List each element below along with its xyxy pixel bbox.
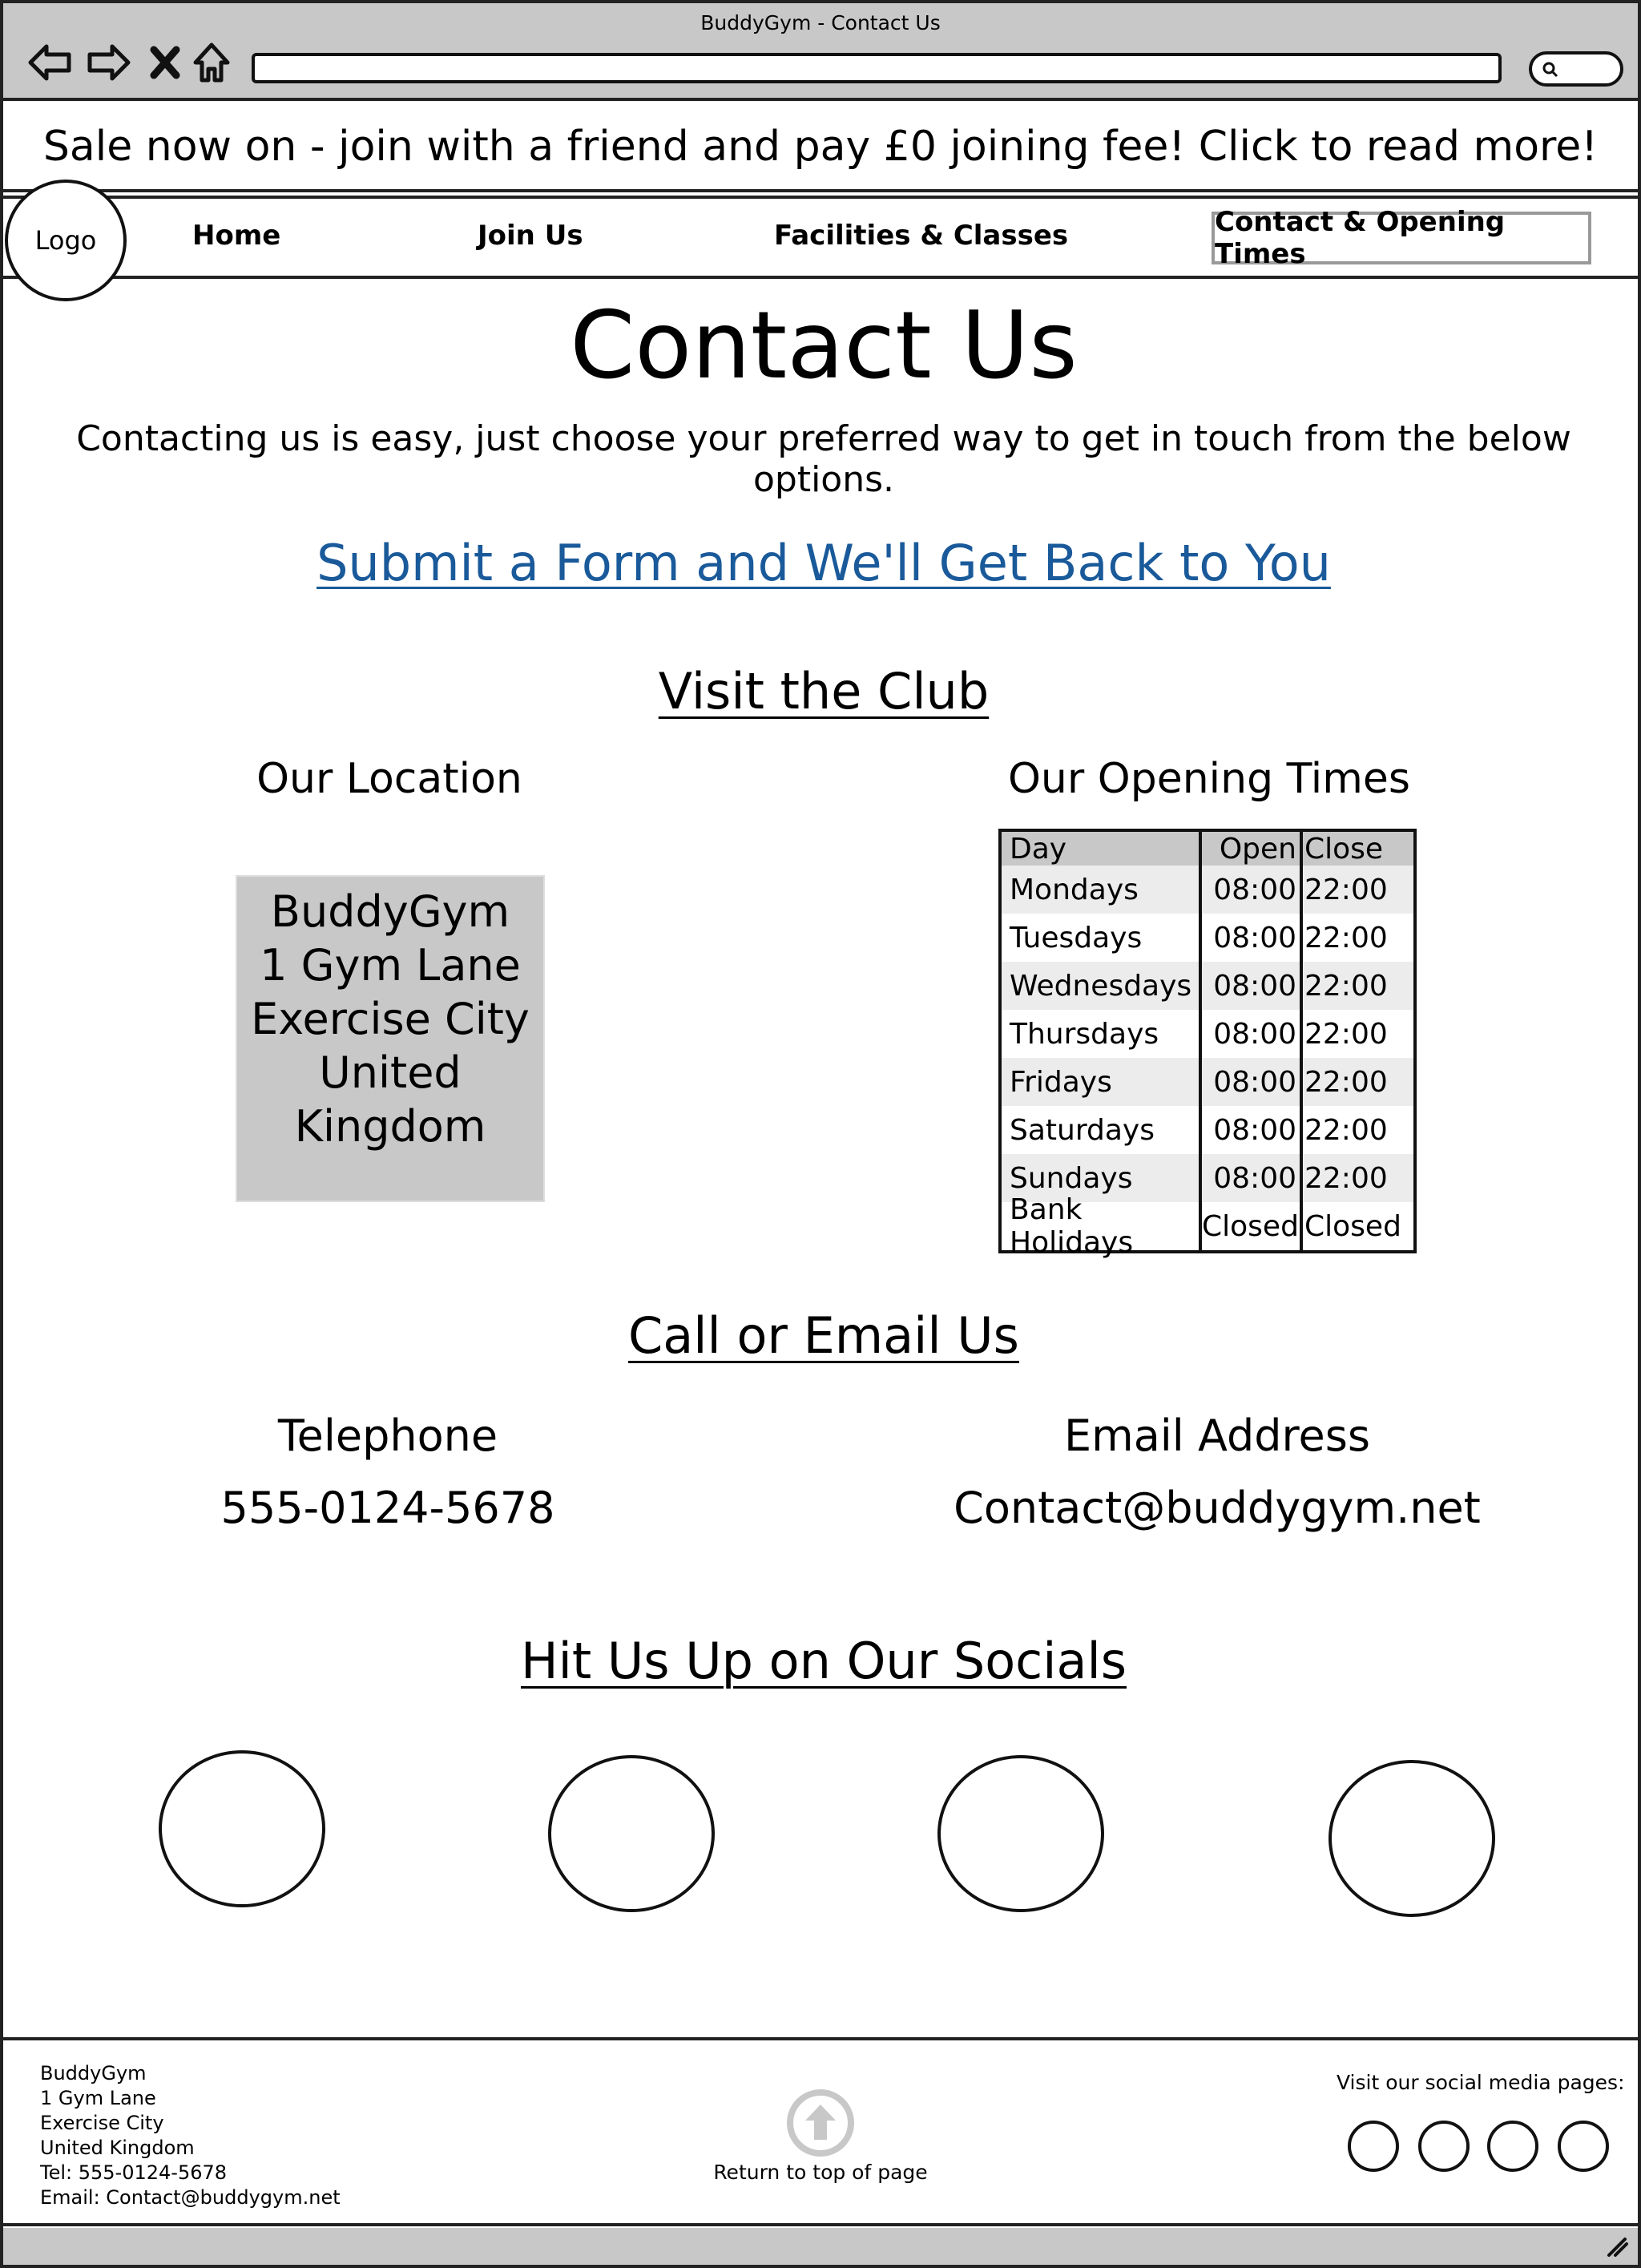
table-row: Mondays 08:00 22:00 bbox=[1002, 866, 1413, 914]
table-row: Wednesdays 08:00 22:00 bbox=[1002, 962, 1413, 1010]
back-arrow-icon[interactable] bbox=[26, 38, 74, 87]
footer-social-link-2[interactable] bbox=[1418, 2121, 1470, 2172]
sale-banner-text: Sale now on - join with a friend and pay… bbox=[42, 123, 1599, 171]
address-box: BuddyGym 1 Gym Lane Exercise City United… bbox=[236, 875, 545, 1202]
contact-form-link[interactable]: Submit a Form and We'll Get Back to You bbox=[3, 534, 1641, 592]
status-bar bbox=[3, 2228, 1638, 2265]
footer-address-line: BuddyGym bbox=[40, 2062, 147, 2084]
window-title: BuddyGym - Contact Us bbox=[700, 11, 941, 34]
search-icon bbox=[1542, 61, 1559, 82]
page-footer: BuddyGym 1 Gym Lane Exercise City United… bbox=[3, 2037, 1638, 2226]
table-row: Fridays 08:00 22:00 bbox=[1002, 1058, 1413, 1106]
table-header-row: Day Open Close bbox=[1002, 832, 1413, 866]
table-row: Tuesdays 08:00 22:00 bbox=[1002, 914, 1413, 962]
day-cell: Tuesdays bbox=[1010, 921, 1143, 954]
day-cell: Thursdays bbox=[1010, 1017, 1159, 1051]
open-cell: 08:00 bbox=[1213, 1113, 1296, 1147]
nav-item-contact-opening-times[interactable]: Contact & Opening Times bbox=[1212, 206, 1591, 270]
address-bar[interactable] bbox=[252, 53, 1502, 83]
table-row: Bank Holidays Closed Closed bbox=[1002, 1193, 1413, 1259]
email-value[interactable]: Contact@buddygym.net bbox=[925, 1483, 1510, 1533]
address-line: 1 Gym Lane bbox=[260, 940, 521, 991]
socials-heading-text: Hit Us Up on Our Socials bbox=[520, 1632, 1127, 1690]
day-cell: Wednesdays bbox=[1010, 969, 1192, 1003]
browser-search-field[interactable] bbox=[1529, 51, 1623, 87]
footer-email: Email: Contact@buddygym.net bbox=[40, 2186, 341, 2209]
stop-icon[interactable] bbox=[141, 38, 189, 87]
day-cell: Fridays bbox=[1010, 1065, 1112, 1099]
close-cell: 22:00 bbox=[1304, 1161, 1388, 1195]
socials-heading: Hit Us Up on Our Socials bbox=[3, 1632, 1641, 1690]
address-line: United bbox=[319, 1047, 462, 1098]
day-cell: Sundays bbox=[1010, 1161, 1133, 1195]
open-cell: 08:00 bbox=[1213, 1161, 1296, 1195]
resize-grip-icon[interactable] bbox=[1604, 2234, 1628, 2260]
open-cell: Closed bbox=[1202, 1209, 1299, 1243]
address-line: Kingdom bbox=[294, 1101, 486, 1152]
open-cell: 08:00 bbox=[1213, 1017, 1296, 1051]
nav-item-label: Contact & Opening Times bbox=[1215, 206, 1506, 270]
call-heading: Call or Email Us bbox=[3, 1306, 1641, 1365]
day-cell: Mondays bbox=[1010, 873, 1139, 906]
forward-arrow-icon[interactable] bbox=[85, 38, 133, 87]
social-link-2[interactable] bbox=[548, 1755, 715, 1912]
table-row: Thursdays 08:00 22:00 bbox=[1002, 1010, 1413, 1058]
close-cell: 22:00 bbox=[1304, 1065, 1388, 1099]
open-cell: 08:00 bbox=[1213, 1065, 1296, 1099]
close-cell: Closed bbox=[1304, 1209, 1401, 1243]
footer-social-link-3[interactable] bbox=[1487, 2121, 1538, 2172]
home-icon[interactable] bbox=[187, 38, 236, 87]
page-title: Contact Us bbox=[570, 292, 1078, 400]
open-cell: 08:00 bbox=[1213, 921, 1296, 954]
back-to-top-link[interactable]: Return to top of page bbox=[3, 2161, 1638, 2184]
day-cell: Bank Holidays bbox=[1010, 1193, 1134, 1259]
footer-social-link-4[interactable] bbox=[1558, 2121, 1609, 2172]
location-heading: Our Location bbox=[256, 755, 522, 803]
nav-item-home[interactable]: Home bbox=[192, 220, 280, 252]
close-cell: 22:00 bbox=[1304, 873, 1388, 906]
contact-form-link-text[interactable]: Submit a Form and We'll Get Back to You bbox=[317, 534, 1331, 592]
close-cell: 22:00 bbox=[1304, 921, 1388, 954]
column-header-day: Day bbox=[1010, 832, 1067, 866]
call-heading-text: Call or Email Us bbox=[628, 1306, 1019, 1365]
column-header-open: Open bbox=[1219, 832, 1296, 866]
social-link-1[interactable] bbox=[159, 1750, 325, 1907]
opening-times-table: Day Open Close Mondays 08:00 22:00 Tuesd… bbox=[998, 829, 1417, 1259]
page-intro: Contacting us is easy, just choose your … bbox=[76, 418, 1571, 500]
column-header-close: Close bbox=[1304, 832, 1384, 866]
open-cell: 08:00 bbox=[1213, 969, 1296, 1003]
close-cell: 22:00 bbox=[1304, 1113, 1388, 1147]
day-cell: Saturdays bbox=[1010, 1113, 1155, 1147]
close-cell: 22:00 bbox=[1304, 1017, 1388, 1051]
telephone-label: Telephone bbox=[277, 1410, 498, 1461]
main-nav: Logo Home Join Us Facilities & Classes C… bbox=[3, 180, 1638, 301]
address-line: BuddyGym bbox=[270, 886, 510, 937]
nav-item-facilities-classes[interactable]: Facilities & Classes bbox=[774, 220, 1068, 252]
visit-heading-text: Visit the Club bbox=[658, 662, 990, 720]
email-label: Email Address bbox=[1063, 1410, 1371, 1461]
open-cell: 08:00 bbox=[1213, 873, 1296, 906]
social-link-3[interactable] bbox=[937, 1755, 1104, 1912]
sale-banner[interactable]: Sale now on - join with a friend and pay… bbox=[3, 104, 1638, 192]
close-cell: 22:00 bbox=[1304, 969, 1388, 1003]
social-link-4[interactable] bbox=[1329, 1760, 1495, 1917]
telephone-value[interactable]: 555-0124-5678 bbox=[163, 1483, 612, 1533]
browser-chrome: BuddyGym - Contact Us bbox=[3, 3, 1638, 101]
logo-text: Logo bbox=[34, 225, 97, 256]
column-divider bbox=[1199, 832, 1202, 1250]
logo[interactable]: Logo bbox=[5, 180, 127, 301]
column-divider bbox=[1300, 832, 1303, 1250]
visit-heading: Visit the Club bbox=[3, 662, 1641, 720]
browser-window: BuddyGym - Contact Us Sale now on - join… bbox=[0, 0, 1641, 2268]
footer-social-label: Visit our social media pages: bbox=[1337, 2071, 1625, 2094]
table-row: Saturdays 08:00 22:00 bbox=[1002, 1106, 1413, 1154]
opening-times-heading: Our Opening Times bbox=[1008, 755, 1410, 803]
footer-social-link-1[interactable] bbox=[1348, 2121, 1399, 2172]
nav-item-join-us[interactable]: Join Us bbox=[478, 220, 583, 252]
address-line: Exercise City bbox=[251, 994, 530, 1044]
